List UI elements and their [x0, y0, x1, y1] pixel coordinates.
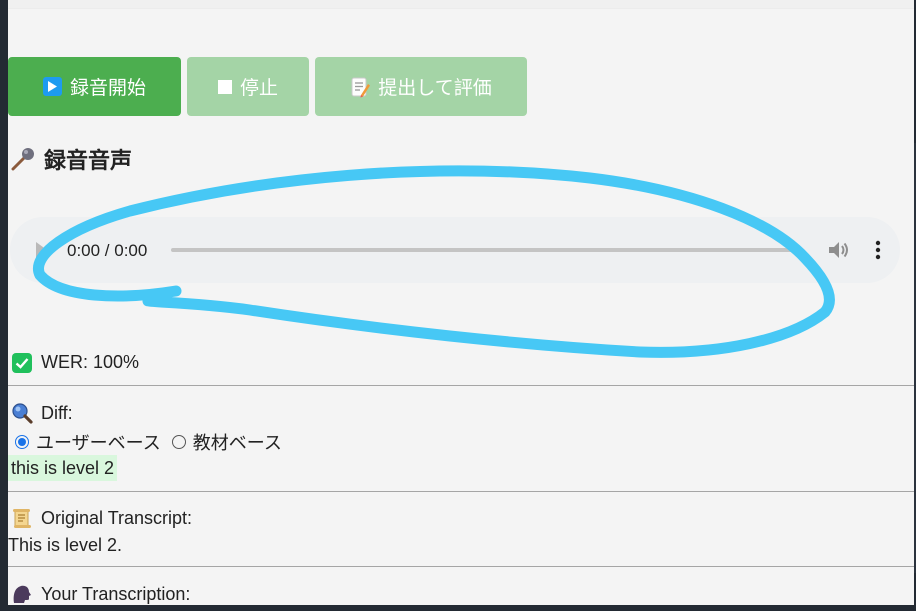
- start-recording-button[interactable]: 録音開始: [8, 57, 181, 116]
- recorded-audio-heading: 録音音声: [10, 143, 132, 175]
- microphone-icon: [10, 147, 36, 171]
- radio-user-base-label[interactable]: ユーザーベース: [36, 429, 161, 455]
- diff-heading: Diff:: [8, 402, 73, 424]
- divider: [8, 566, 914, 567]
- original-transcript-heading: Original Transcript:: [8, 507, 192, 529]
- divider: [8, 385, 914, 386]
- stop-icon: [217, 79, 232, 94]
- window-bottom-edge: [0, 605, 916, 611]
- radio-material-base-label[interactable]: 教材ベース: [193, 429, 282, 455]
- submit-evaluate-label: 提出して評価: [378, 78, 492, 99]
- stop-button[interactable]: 停止: [187, 57, 309, 116]
- stop-label: 停止: [239, 78, 278, 99]
- page-content: 録音開始 停止 提出して評価 録音音声 0:00 / 0:00 WER: 100…: [8, 0, 914, 605]
- magnifier-icon: [11, 402, 33, 424]
- radio-material-base[interactable]: [171, 435, 186, 449]
- original-transcript-text: This is level 2.: [8, 535, 123, 555]
- diff-result-text: this is level 2: [8, 455, 118, 481]
- check-icon: [12, 352, 32, 373]
- audio-time: 0:00 / 0:00: [67, 241, 148, 260]
- audio-progress-track[interactable]: [171, 248, 799, 252]
- your-transcription-heading: Your Transcription:: [8, 583, 190, 605]
- wer-row: WER: 100%: [8, 352, 139, 373]
- recorded-audio-title: 録音音声: [44, 148, 133, 173]
- submit-evaluate-button[interactable]: 提出して評価: [315, 57, 527, 116]
- speaking-head-icon: [11, 583, 33, 605]
- volume-icon[interactable]: [828, 240, 850, 265]
- divider: [8, 491, 914, 492]
- memo-icon: [350, 76, 371, 98]
- your-transcription-label: Your Transcription:: [41, 583, 191, 604]
- original-transcript-label: Original Transcript:: [41, 507, 193, 528]
- start-recording-label: 録音開始: [69, 78, 146, 99]
- audio-player[interactable]: 0:00 / 0:00: [10, 217, 900, 283]
- scroll-icon: [11, 507, 33, 529]
- diff-mode-radio-group: ユーザーベース 教材ベース: [15, 429, 282, 455]
- radio-user-base[interactable]: [15, 435, 29, 449]
- play-icon: [42, 77, 62, 96]
- diff-label: Diff:: [41, 402, 73, 423]
- more-options-icon[interactable]: [874, 239, 882, 266]
- wer-label: WER: 100%: [41, 352, 140, 372]
- top-strip: [8, 0, 914, 9]
- audio-play-icon[interactable]: [36, 242, 47, 258]
- window-left-edge: [0, 0, 8, 611]
